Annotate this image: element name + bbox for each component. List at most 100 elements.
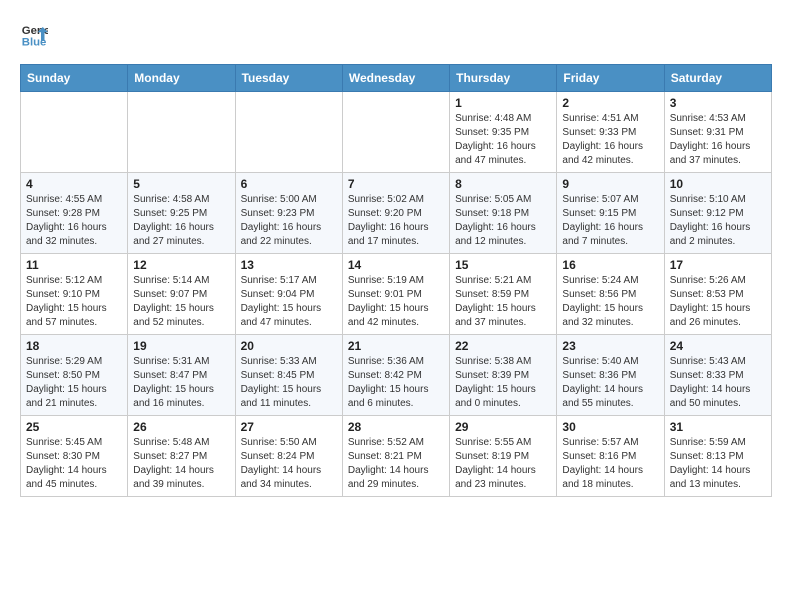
calendar-cell: 2 Sunrise: 4:51 AM Sunset: 9:33 PM Daylig… <box>557 92 664 173</box>
day-info: Sunrise: 5:55 AM Sunset: 8:19 PM Dayligh… <box>455 436 551 492</box>
day-info: Sunrise: 5:14 AM Sunset: 9:07 PM Dayligh… <box>133 274 229 330</box>
calendar-cell: 11Sunrise: 5:12 AM Sunset: 9:10 PM Dayli… <box>21 254 128 335</box>
calendar-cell: 3Sunrise: 4:53 AM Sunset: 9:31 PM Daylig… <box>664 92 771 173</box>
day-info: Sunrise: 5:57 AM Sunset: 8:16 PM Dayligh… <box>562 436 658 492</box>
day-info: Sunrise: 4:55 AM Sunset: 9:28 PM Dayligh… <box>26 193 122 249</box>
day-info: Sunrise: 5:02 AM Sunset: 9:20 PM Dayligh… <box>348 193 444 249</box>
calendar-cell: 19 Sunrise: 5:31 AM Sunset: 8:47 PM Dayli… <box>128 335 235 416</box>
day-number: 25 <box>26 420 122 434</box>
day-number: 28 <box>348 420 444 434</box>
day-info: Sunrise: 5:26 AM Sunset: 8:53 PM Dayligh… <box>670 274 766 330</box>
day-number: 7 <box>348 177 444 191</box>
day-number: 13 <box>241 258 337 272</box>
weekday-header-wednesday: Wednesday <box>342 65 449 92</box>
day-info: Sunrise: 5:48 AM Sunset: 8:27 PM Dayligh… <box>133 436 229 492</box>
day-info: Sunrise: 5:10 AM Sunset: 9:12 PM Dayligh… <box>670 193 766 249</box>
day-info: Sunrise: 5:19 AM Sunset: 9:01 PM Dayligh… <box>348 274 444 330</box>
calendar-cell: 25 Sunrise: 5:45 AM Sunset: 8:30 PM Dayli… <box>21 416 128 497</box>
day-info: Sunrise: 4:48 AM Sunset: 9:35 PM Dayligh… <box>455 112 551 168</box>
calendar-cell: 20 Sunrise: 5:33 AM Sunset: 8:45 PM Dayli… <box>235 335 342 416</box>
day-info: Sunrise: 5:38 AM Sunset: 8:39 PM Dayligh… <box>455 355 551 411</box>
calendar-cell: 23 Sunrise: 5:40 AM Sunset: 8:36 PM Dayli… <box>557 335 664 416</box>
day-info: Sunrise: 5:59 AM Sunset: 8:13 PM Dayligh… <box>670 436 766 492</box>
day-number: 5 <box>133 177 229 191</box>
calendar-cell <box>128 92 235 173</box>
day-number: 30 <box>562 420 658 434</box>
calendar-cell: 28 Sunrise: 5:52 AM Sunset: 8:21 PM Dayli… <box>342 416 449 497</box>
day-info: Sunrise: 5:31 AM Sunset: 8:47 PM Dayligh… <box>133 355 229 411</box>
day-info: Sunrise: 5:29 AM Sunset: 8:50 PM Dayligh… <box>26 355 122 411</box>
day-number: 1 <box>455 96 551 110</box>
logo: General Blue <box>20 20 52 48</box>
day-number: 22 <box>455 339 551 353</box>
calendar-cell: 21Sunrise: 5:36 AM Sunset: 8:42 PM Dayli… <box>342 335 449 416</box>
calendar-cell: 13Sunrise: 5:17 AM Sunset: 9:04 PM Dayli… <box>235 254 342 335</box>
day-number: 10 <box>670 177 766 191</box>
day-info: Sunrise: 5:24 AM Sunset: 8:56 PM Dayligh… <box>562 274 658 330</box>
calendar-cell: 5 Sunrise: 4:58 AM Sunset: 9:25 PM Daylig… <box>128 173 235 254</box>
day-info: Sunrise: 5:36 AM Sunset: 8:42 PM Dayligh… <box>348 355 444 411</box>
calendar-cell <box>342 92 449 173</box>
day-number: 8 <box>455 177 551 191</box>
day-info: Sunrise: 5:50 AM Sunset: 8:24 PM Dayligh… <box>241 436 337 492</box>
day-info: Sunrise: 5:33 AM Sunset: 8:45 PM Dayligh… <box>241 355 337 411</box>
calendar-table: SundayMondayTuesdayWednesdayThursdayFrid… <box>20 64 772 497</box>
logo-icon: General Blue <box>20 20 48 48</box>
day-number: 24 <box>670 339 766 353</box>
day-number: 23 <box>562 339 658 353</box>
day-number: 26 <box>133 420 229 434</box>
day-number: 19 <box>133 339 229 353</box>
calendar-cell: 15Sunrise: 5:21 AM Sunset: 8:59 PM Dayli… <box>450 254 557 335</box>
day-info: Sunrise: 5:52 AM Sunset: 8:21 PM Dayligh… <box>348 436 444 492</box>
calendar-week-4: 18 Sunrise: 5:29 AM Sunset: 8:50 PM Dayli… <box>21 335 772 416</box>
day-number: 9 <box>562 177 658 191</box>
day-number: 27 <box>241 420 337 434</box>
day-number: 16 <box>562 258 658 272</box>
calendar-cell: 6Sunrise: 5:00 AM Sunset: 9:23 PM Daylig… <box>235 173 342 254</box>
calendar-cell: 26 Sunrise: 5:48 AM Sunset: 8:27 PM Dayli… <box>128 416 235 497</box>
calendar-cell <box>21 92 128 173</box>
calendar-cell: 27 Sunrise: 5:50 AM Sunset: 8:24 PM Dayli… <box>235 416 342 497</box>
day-number: 3 <box>670 96 766 110</box>
calendar-cell: 30 Sunrise: 5:57 AM Sunset: 8:16 PM Dayli… <box>557 416 664 497</box>
day-number: 11 <box>26 258 122 272</box>
day-number: 29 <box>455 420 551 434</box>
weekday-header-friday: Friday <box>557 65 664 92</box>
calendar-cell: 12 Sunrise: 5:14 AM Sunset: 9:07 PM Dayli… <box>128 254 235 335</box>
day-number: 14 <box>348 258 444 272</box>
day-number: 12 <box>133 258 229 272</box>
day-number: 18 <box>26 339 122 353</box>
calendar-cell: 18 Sunrise: 5:29 AM Sunset: 8:50 PM Dayli… <box>21 335 128 416</box>
calendar-cell: 8 Sunrise: 5:05 AM Sunset: 9:18 PM Daylig… <box>450 173 557 254</box>
day-number: 15 <box>455 258 551 272</box>
page-header: General Blue <box>20 20 772 48</box>
calendar-week-3: 11Sunrise: 5:12 AM Sunset: 9:10 PM Dayli… <box>21 254 772 335</box>
weekday-header-saturday: Saturday <box>664 65 771 92</box>
calendar-week-5: 25 Sunrise: 5:45 AM Sunset: 8:30 PM Dayli… <box>21 416 772 497</box>
calendar-cell: 31 Sunrise: 5:59 AM Sunset: 8:13 PM Dayli… <box>664 416 771 497</box>
day-info: Sunrise: 5:45 AM Sunset: 8:30 PM Dayligh… <box>26 436 122 492</box>
day-number: 2 <box>562 96 658 110</box>
calendar-cell: 16 Sunrise: 5:24 AM Sunset: 8:56 PM Dayli… <box>557 254 664 335</box>
calendar-cell: 29 Sunrise: 5:55 AM Sunset: 8:19 PM Dayli… <box>450 416 557 497</box>
calendar-cell <box>235 92 342 173</box>
weekday-header-monday: Monday <box>128 65 235 92</box>
day-info: Sunrise: 4:51 AM Sunset: 9:33 PM Dayligh… <box>562 112 658 168</box>
calendar-week-2: 4Sunrise: 4:55 AM Sunset: 9:28 PM Daylig… <box>21 173 772 254</box>
day-info: Sunrise: 5:40 AM Sunset: 8:36 PM Dayligh… <box>562 355 658 411</box>
day-info: Sunrise: 4:58 AM Sunset: 9:25 PM Dayligh… <box>133 193 229 249</box>
calendar-cell: 17Sunrise: 5:26 AM Sunset: 8:53 PM Dayli… <box>664 254 771 335</box>
day-info: Sunrise: 5:43 AM Sunset: 8:33 PM Dayligh… <box>670 355 766 411</box>
calendar-cell: 22 Sunrise: 5:38 AM Sunset: 8:39 PM Dayli… <box>450 335 557 416</box>
day-number: 31 <box>670 420 766 434</box>
day-number: 20 <box>241 339 337 353</box>
day-number: 6 <box>241 177 337 191</box>
weekday-header-sunday: Sunday <box>21 65 128 92</box>
calendar-cell: 24 Sunrise: 5:43 AM Sunset: 8:33 PM Dayli… <box>664 335 771 416</box>
calendar-cell: 7 Sunrise: 5:02 AM Sunset: 9:20 PM Daylig… <box>342 173 449 254</box>
day-info: Sunrise: 5:05 AM Sunset: 9:18 PM Dayligh… <box>455 193 551 249</box>
day-info: Sunrise: 5:07 AM Sunset: 9:15 PM Dayligh… <box>562 193 658 249</box>
weekday-header-thursday: Thursday <box>450 65 557 92</box>
calendar-cell: 10 Sunrise: 5:10 AM Sunset: 9:12 PM Dayli… <box>664 173 771 254</box>
calendar-cell: 14 Sunrise: 5:19 AM Sunset: 9:01 PM Dayli… <box>342 254 449 335</box>
